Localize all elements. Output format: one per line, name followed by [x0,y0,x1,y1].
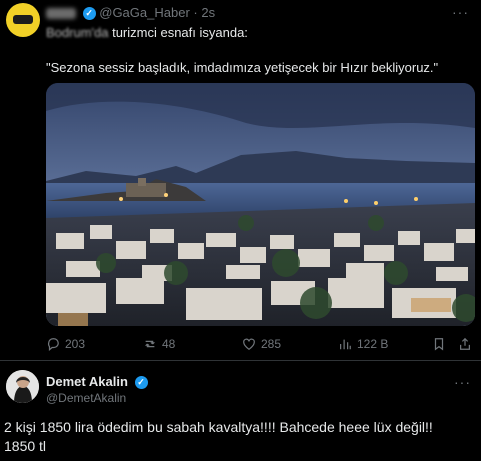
heart-icon [243,338,255,350]
display-name-text: Demet Akalin [46,374,128,389]
headline-rest: turizmci esnafı isyanda: [108,25,248,40]
timestamp[interactable]: 2s [201,5,215,20]
user-handle[interactable]: @GaGa_Haber [99,5,190,20]
retweet-icon [145,340,155,348]
retweet-count: 48 [162,337,176,351]
view-count: 122 B [357,337,389,351]
like-button[interactable]: 285 [242,337,281,351]
tweet-text: Bodrum'da turizmci esnafı isyanda: [46,25,248,40]
bookmark-icon [434,338,444,351]
share-icon [460,337,470,350]
blurred-display-name[interactable] [46,8,76,20]
tweet-gaga-haber[interactable]: ✓ @GaGa_Haber · 2s ··· Bodrum'da turizmc… [0,0,481,360]
avatar-portrait [6,370,39,403]
reply-count: 203 [65,337,86,351]
user-handle[interactable]: @DemetAkalin [46,391,126,405]
avatar-logo [13,15,33,24]
display-name[interactable]: Demet Akalin ✓ [46,374,148,390]
tweet-text-line: 1850 tl [4,438,47,454]
verified-badge-icon: ✓ [82,7,96,21]
more-options-icon[interactable]: ··· [452,4,469,20]
tweet-header: ✓ @GaGa_Haber · 2s [46,5,215,21]
bodrum-harbor-photo [46,83,475,326]
views-chart-icon [340,339,351,350]
tweet-quote: "Sezona sessiz başladık, imdadımıza yeti… [46,60,439,75]
tweet-text-line: 2 kişi 1850 lira ödedim bu sabah kavalty… [4,419,433,435]
separator-dot: · [193,5,198,20]
reply-icon [47,338,59,351]
avatar[interactable] [6,3,40,37]
views-button[interactable]: 122 B [338,337,388,351]
like-count: 285 [261,337,282,351]
avatar[interactable] [6,370,39,403]
share-button[interactable] [458,337,472,351]
reply-button[interactable]: 203 [46,337,85,351]
bookmark-button[interactable] [432,337,446,351]
verified-badge-icon: ✓ [134,376,148,390]
tweet-demet-akalin[interactable]: Demet Akalin ✓ @DemetAkalin ··· 2 kişi 1… [0,361,481,461]
retweet-button[interactable]: 48 [143,337,175,351]
tweet-text: 2 kişi 1850 lira ödedim bu sabah kavalty… [4,418,474,456]
headline-blurred: Bodrum'da [46,25,109,40]
more-options-icon[interactable]: ··· [454,374,471,390]
tweet-photo[interactable] [46,83,475,326]
tweet-actions: 203 48 285 122 B [46,337,476,353]
